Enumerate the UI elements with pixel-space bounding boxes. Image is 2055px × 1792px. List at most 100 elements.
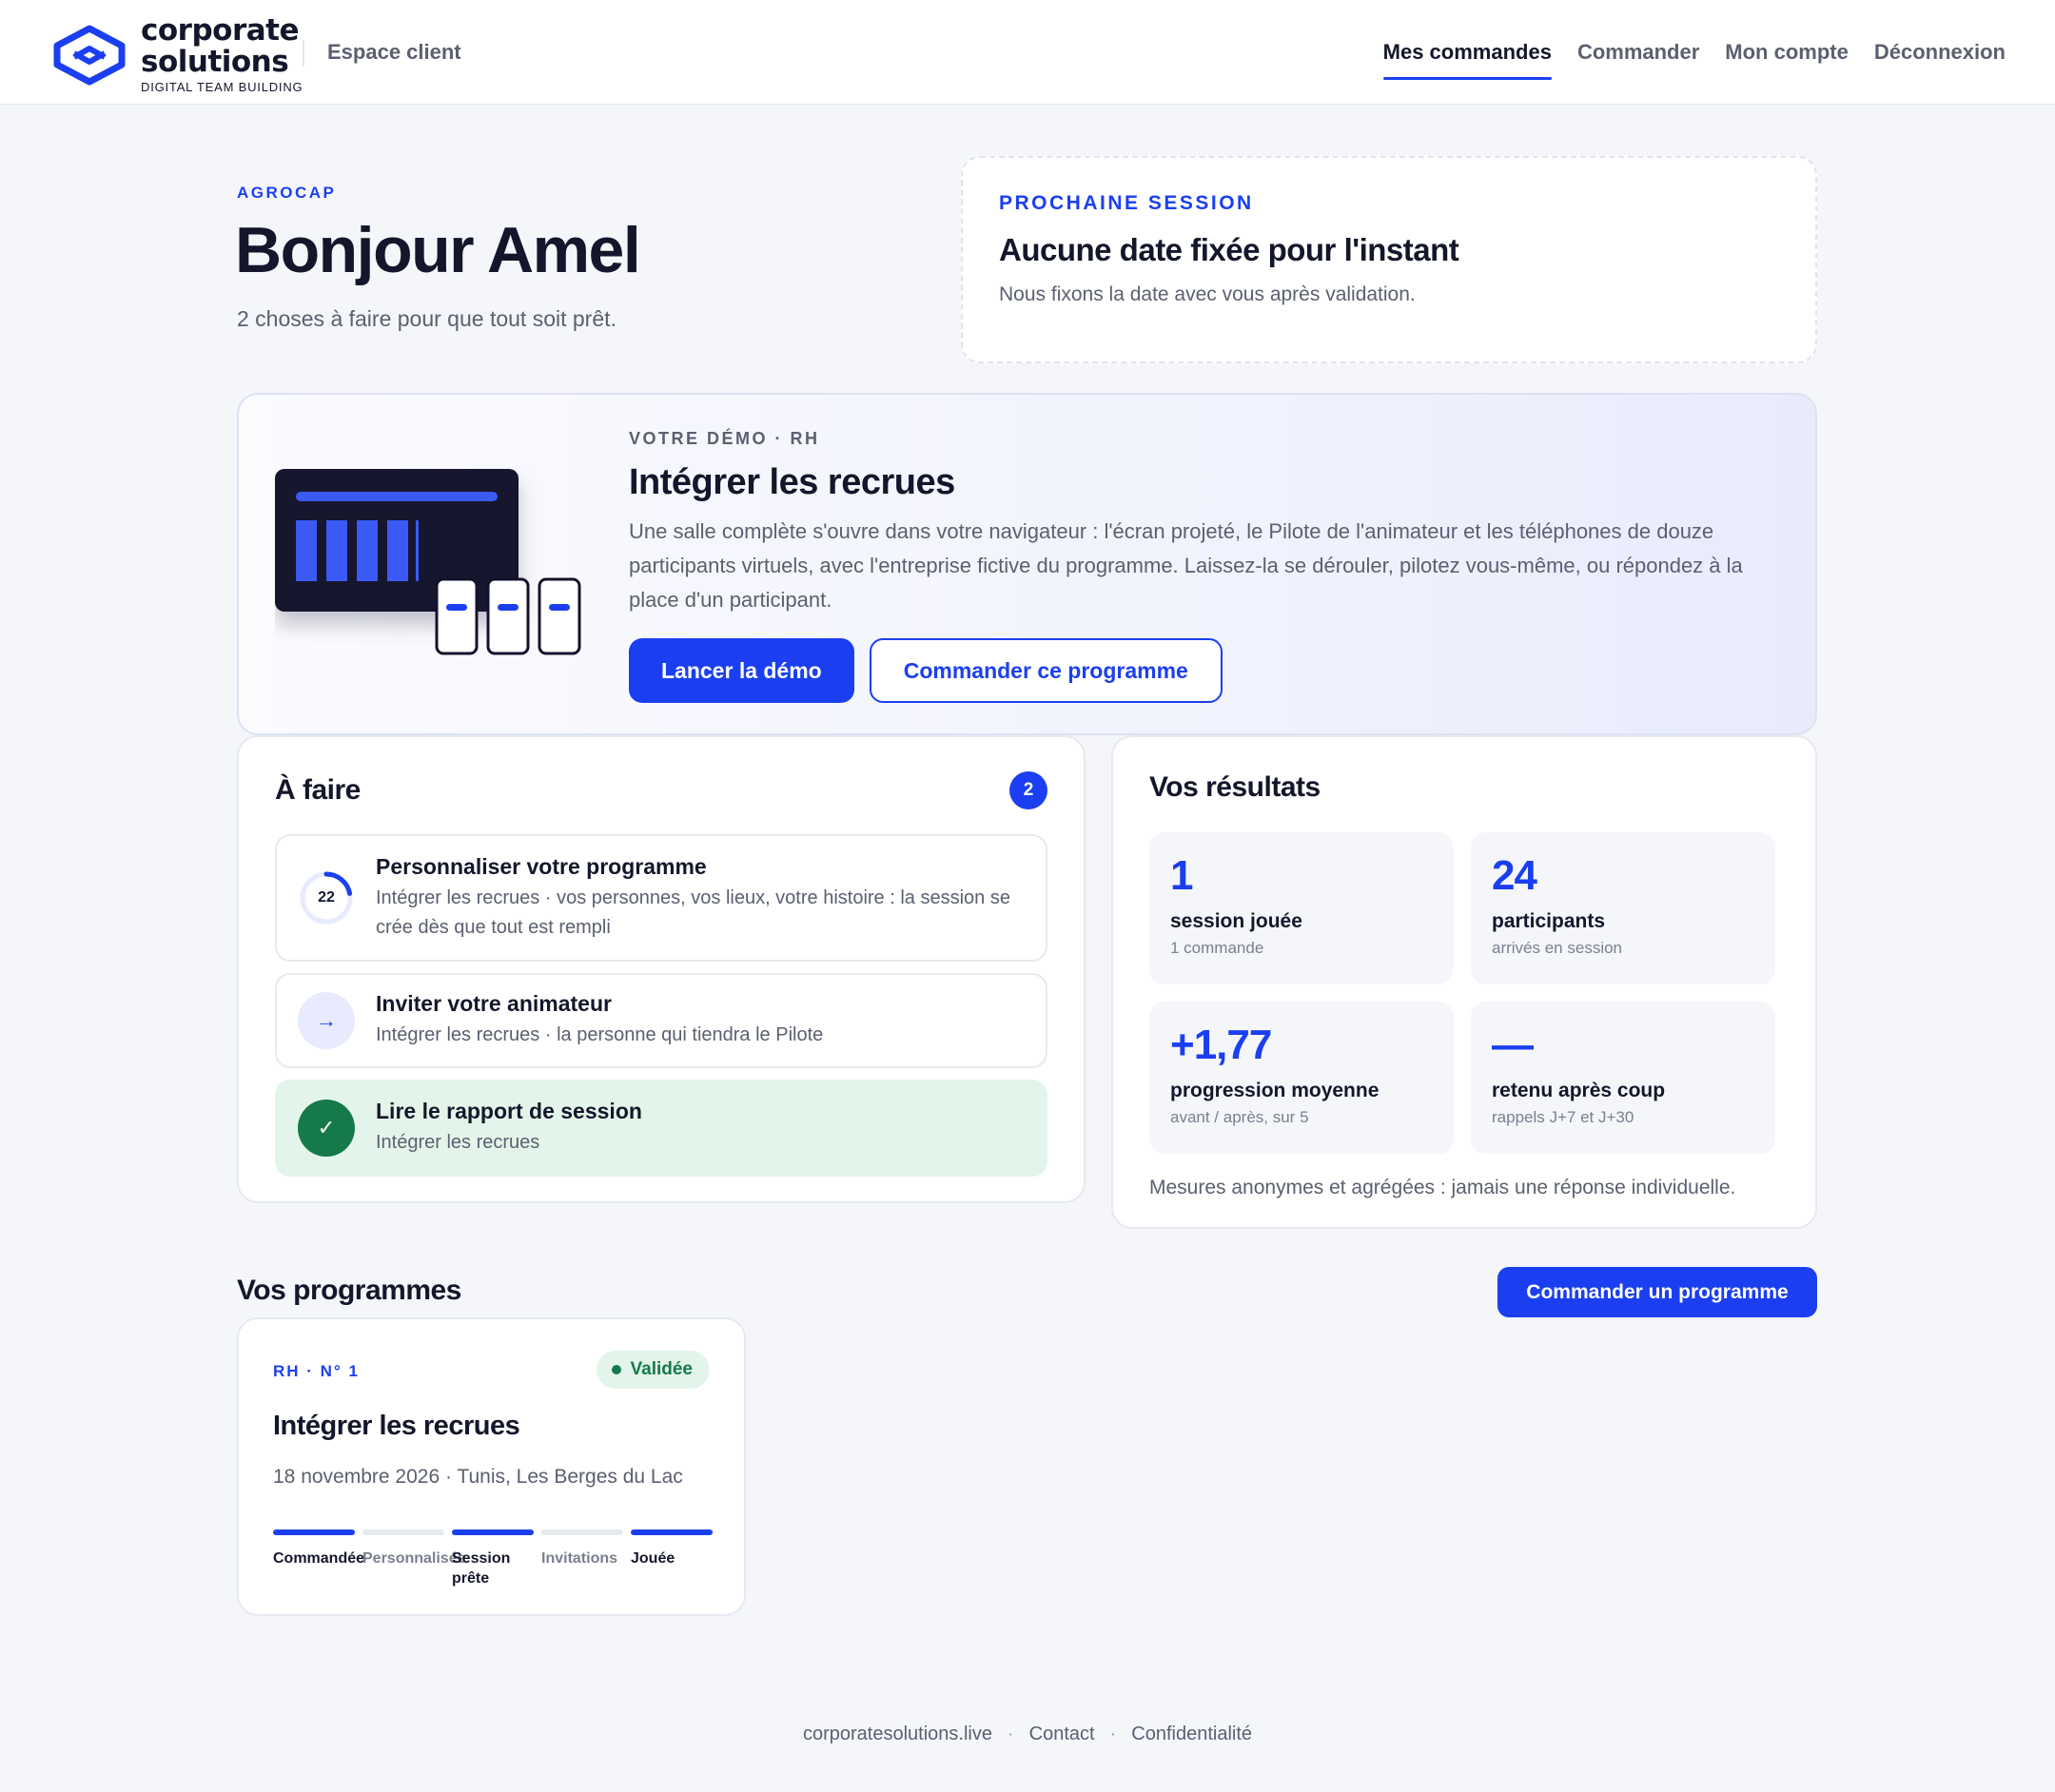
metric-value: — — [1492, 1022, 1534, 1068]
task-title: Inviter votre animateur — [376, 991, 612, 1016]
page-title: Bonjour Amel — [235, 214, 641, 286]
step-bar — [273, 1529, 355, 1535]
step-bar — [362, 1529, 444, 1535]
task-personalize-program[interactable]: 22 Personnaliser votre programme Intégre… — [275, 834, 1047, 962]
step-jouee: Jouée — [631, 1529, 713, 1568]
task-text: Inviter votre animateur Intégrer les rec… — [376, 991, 1025, 1050]
metric-label: retenu après coup — [1492, 1080, 1666, 1101]
programs-section-title: Vos programmes — [237, 1275, 461, 1306]
task-title: Personnaliser votre programme — [376, 853, 707, 879]
step-label: Commandée — [273, 1550, 365, 1567]
step-bar — [631, 1529, 713, 1535]
next-session-title: Aucune date fixée pour l'instant — [999, 232, 1459, 267]
task-subtitle: Intégrer les recrues — [376, 1132, 540, 1153]
results-card: Vos résultats 1 session jouée 1 commande… — [1111, 735, 1817, 1229]
step-invitations: Invitations — [541, 1529, 623, 1568]
next-session-label: PROCHAINE SESSION — [999, 192, 1254, 214]
demo-description: Une salle complète s'ouvre dans votre na… — [629, 519, 1743, 612]
metric-value: +1,77 — [1170, 1022, 1272, 1068]
task-subtitle: Intégrer les recrues · vos personnes, vo… — [376, 886, 1010, 938]
corporate-solutions-logo-icon[interactable] — [49, 25, 129, 86]
nav-deconnexion[interactable]: Déconnexion — [1874, 34, 2006, 70]
step-label: Personnalisée — [362, 1550, 466, 1567]
next-session-card: PROCHAINE SESSION Aucune date fixée pour… — [961, 156, 1817, 363]
check-glyph: ✓ — [298, 1100, 355, 1157]
footer: corporatesolutions.live · Contact · Conf… — [0, 1724, 2055, 1745]
footer-privacy-link[interactable]: Confidentialité — [1131, 1724, 1252, 1745]
task-title: Lire le rapport de session — [376, 1099, 642, 1123]
metric-retention: — retenu après coup rappels J+7 et J+30 — [1471, 1002, 1775, 1154]
metric-sessions-played: 1 session jouée 1 commande — [1149, 832, 1454, 984]
step-commandee: Commandée — [273, 1529, 365, 1568]
order-this-program-button[interactable]: Commander ce programme — [869, 638, 1223, 703]
step-personnalisee: Personnalisée — [362, 1529, 466, 1568]
demo-card: VOTRE DÉMO · RH Intégrer les recrues Une… — [237, 393, 1817, 735]
results-privacy-note: Mesures anonymes et agrégées : jamais un… — [1149, 1177, 1736, 1198]
step-bar — [452, 1529, 534, 1535]
footer-separator: · — [1109, 1724, 1117, 1744]
demo-actions: Lancer la démo Commander ce programme — [629, 638, 1790, 703]
step-label: Invitations — [541, 1550, 618, 1567]
task-text: Personnaliser votre programme Intégrer l… — [376, 854, 1025, 943]
task-read-session-report[interactable]: ✓ Lire le rapport de session Intégrer le… — [275, 1080, 1047, 1177]
company-name: AGROCAP — [237, 184, 337, 202]
arrow-right-glyph: → — [298, 992, 355, 1049]
header-divider — [303, 40, 304, 67]
metric-label: progression moyenne — [1170, 1080, 1380, 1101]
metric-sub: 1 commande — [1170, 939, 1264, 957]
task-text: Lire le rapport de session Intégrer les … — [376, 1099, 1025, 1158]
step-bar — [541, 1529, 623, 1535]
brand-wordmark[interactable]: corporate solutions DIGITAL TEAM BUILDIN… — [141, 13, 303, 95]
metric-sub: arrivés en session — [1492, 939, 1623, 957]
demo-room-illustration-icon — [275, 469, 581, 655]
program-date-location: 18 novembre 2026 · Tunis, Les Berges du … — [273, 1466, 683, 1488]
nav-mes-commandes[interactable]: Mes commandes — [1382, 34, 1553, 80]
task-list: 22 Personnaliser votre programme Intégre… — [275, 834, 1047, 1177]
todo-title: À faire — [275, 774, 361, 806]
arrow-right-icon: → — [298, 992, 355, 1049]
task-subtitle: Intégrer les recrues · la personne qui t… — [376, 1024, 824, 1045]
brand-name-line2: solutions — [141, 45, 289, 79]
metric-label: session jouée — [1170, 910, 1302, 932]
footer-contact-link[interactable]: Contact — [1029, 1724, 1095, 1745]
main-nav: Mes commandes Commander Mon compte Décon… — [1382, 0, 2006, 105]
progress-ring-icon: 22 — [298, 869, 355, 926]
program-tag: RH · N° 1 — [273, 1362, 360, 1380]
progress-ring-value: 22 — [318, 889, 335, 906]
metric-label: participants — [1492, 910, 1606, 932]
step-session-prete: Session prête — [452, 1529, 534, 1588]
status-label: Validée — [630, 1359, 694, 1379]
metrics-grid: 1 session jouée 1 commande 24 participan… — [1149, 832, 1779, 1154]
metric-participants: 24 participants arrivés en session — [1471, 832, 1775, 984]
program-progress-steps: Commandée Personnalisée Session prête In… — [273, 1529, 713, 1596]
brand-name-line1: corporate — [141, 13, 300, 48]
footer-separator: · — [1007, 1724, 1014, 1744]
demo-eyebrow: VOTRE DÉMO · RH — [629, 429, 820, 448]
metric-average-progress: +1,77 progression moyenne avant / après,… — [1149, 1002, 1454, 1154]
metric-sub: rappels J+7 et J+30 — [1492, 1108, 1634, 1126]
status-dot-icon — [611, 1365, 621, 1374]
nav-mon-compte[interactable]: Mon compte — [1725, 34, 1849, 70]
nav-commander[interactable]: Commander — [1577, 34, 1699, 70]
todo-header: À faire 2 — [275, 771, 1047, 809]
step-label: Jouée — [631, 1550, 675, 1567]
hero-subtitle: 2 choses à faire pour que tout soit prêt… — [237, 306, 616, 331]
metric-value: 24 — [1492, 852, 1537, 899]
top-bar: corporate solutions DIGITAL TEAM BUILDIN… — [0, 0, 2055, 105]
results-title: Vos résultats — [1149, 771, 1321, 803]
order-program-button[interactable]: Commander un programme — [1497, 1267, 1817, 1317]
next-session-subtitle: Nous fixons la date avec vous après vali… — [999, 283, 1416, 305]
launch-demo-button[interactable]: Lancer la démo — [629, 638, 854, 703]
program-title: Intégrer les recrues — [273, 1411, 520, 1441]
step-label: Session prête — [452, 1550, 511, 1587]
program-card[interactable]: RH · N° 1 Validée Intégrer les recrues 1… — [237, 1317, 746, 1616]
brand-tagline: DIGITAL TEAM BUILDING — [141, 80, 303, 94]
task-invite-facilitator[interactable]: → Inviter votre animateur Intégrer les r… — [275, 973, 1047, 1068]
todo-count-badge: 2 — [1009, 771, 1047, 809]
metric-value: 1 — [1170, 852, 1193, 899]
footer-site-link[interactable]: corporatesolutions.live — [803, 1724, 992, 1745]
metric-sub: avant / après, sur 5 — [1170, 1108, 1309, 1126]
check-icon: ✓ — [298, 1100, 355, 1157]
todo-card: À faire 2 22 Personnaliser votre program… — [237, 735, 1086, 1203]
status-badge: Validée — [596, 1351, 710, 1389]
